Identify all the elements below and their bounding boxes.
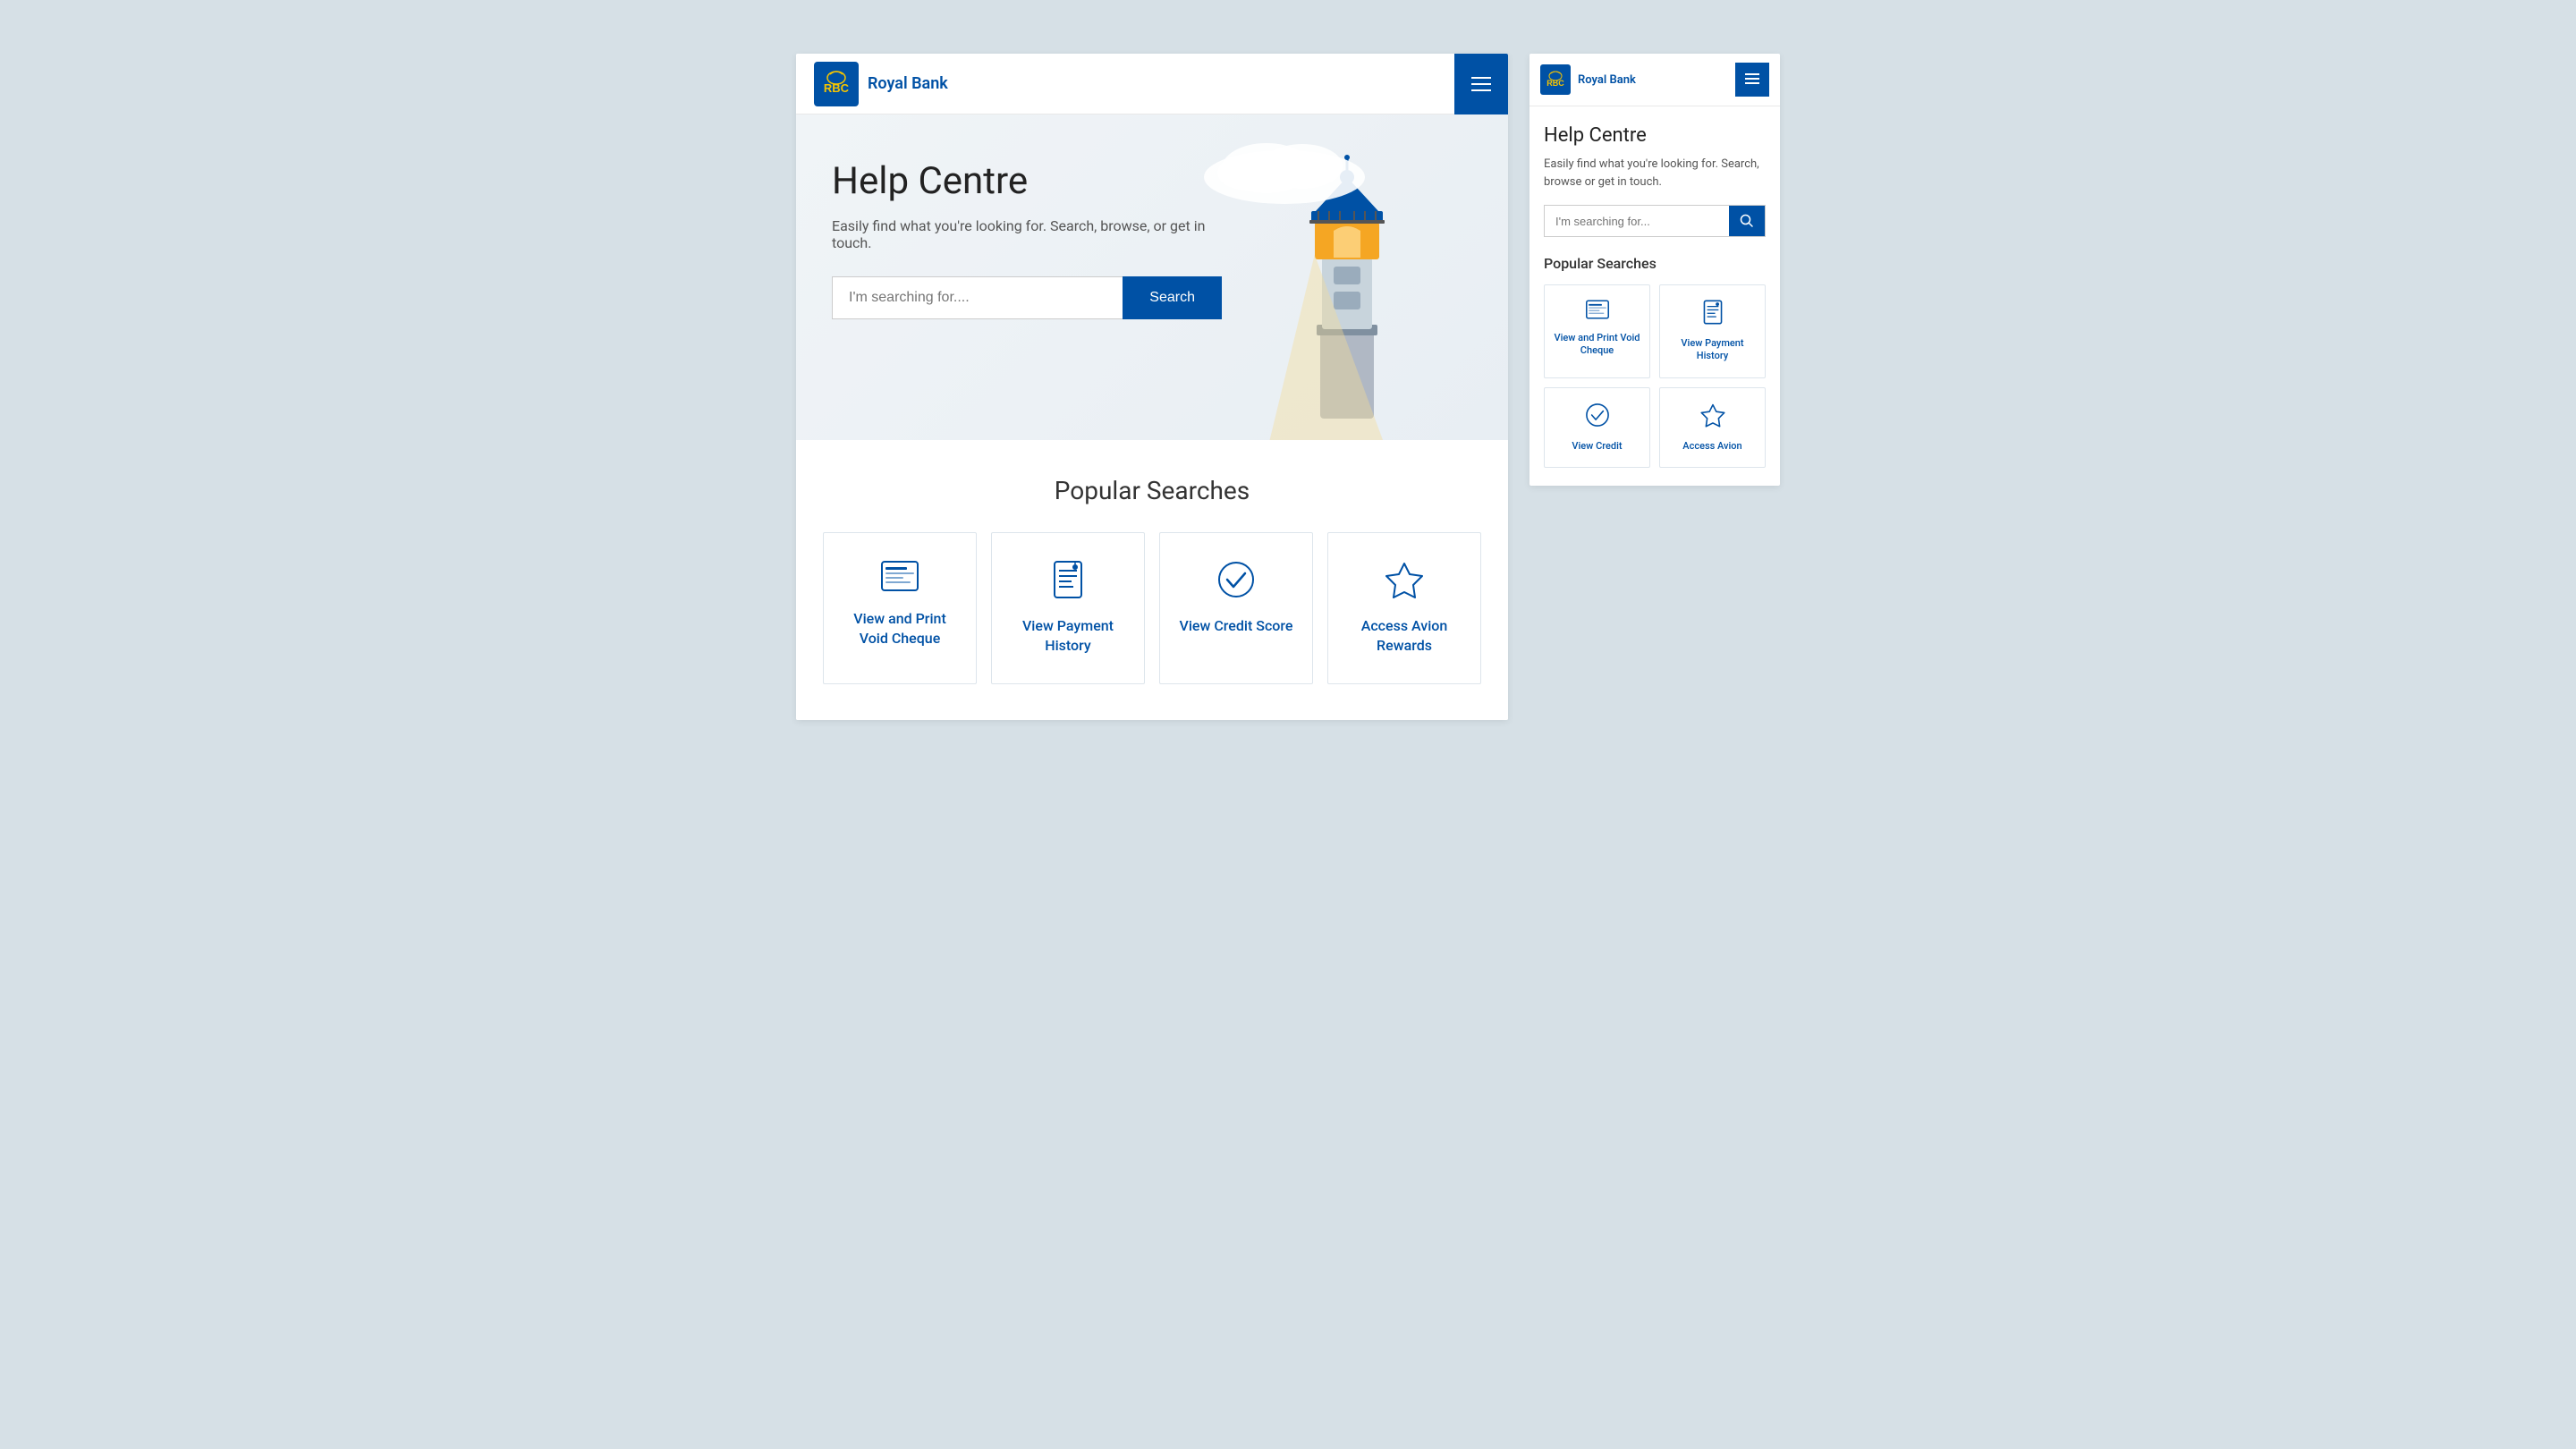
menu-button[interactable]: [1454, 54, 1508, 114]
side-cheque-icon: [1585, 300, 1610, 325]
side-payment-icon: [1702, 300, 1724, 330]
payment-icon: [1052, 560, 1084, 604]
hero-subtitle: Easily find what you're looking for. Sea…: [832, 217, 1222, 251]
side-card-access-avion[interactable]: Access Avion: [1659, 387, 1766, 468]
search-bar: Search: [832, 276, 1222, 319]
side-card-access-avion-label: Access Avion: [1682, 440, 1741, 453]
side-rbc-logo-icon: RBC: [1540, 64, 1571, 95]
popular-title: Popular Searches: [823, 476, 1481, 505]
card-credit-score-label: View Credit Score: [1180, 616, 1293, 636]
side-card-void-cheque-label: View and Print Void Cheque: [1554, 332, 1640, 358]
side-bank-name-label: Royal Bank: [1578, 73, 1636, 87]
card-avion-rewards[interactable]: Access Avion Rewards: [1327, 532, 1481, 684]
side-menu-button[interactable]: [1735, 63, 1769, 97]
cheque-icon: [880, 560, 919, 597]
side-popular-title: Popular Searches: [1544, 255, 1766, 272]
side-search-bar: [1544, 205, 1766, 237]
side-card-view-credit[interactable]: View Credit: [1544, 387, 1650, 468]
side-title: Help Centre: [1544, 124, 1766, 147]
card-void-cheque-label: View and Print Void Cheque: [842, 609, 958, 649]
side-logo-area: RBC Royal Bank: [1540, 64, 1636, 95]
avion-icon: [1385, 560, 1424, 604]
side-header: RBC Royal Bank: [1530, 54, 1780, 106]
main-card: RBC Royal Bank: [796, 54, 1508, 720]
side-card-view-credit-label: View Credit: [1572, 440, 1622, 453]
side-card-payment-history-label: View Payment History: [1669, 337, 1756, 363]
hero-background: [1195, 132, 1374, 208]
logo-area: RBC Royal Bank: [814, 62, 948, 106]
side-search-input[interactable]: [1545, 206, 1729, 236]
card-avion-rewards-label: Access Avion Rewards: [1346, 616, 1462, 657]
popular-cards-grid: View and Print Void Cheque: [823, 532, 1481, 684]
main-header: RBC Royal Bank: [796, 54, 1508, 114]
card-payment-history-label: View Payment History: [1010, 616, 1126, 657]
side-search-button[interactable]: [1729, 206, 1765, 236]
hero-title: Help Centre: [832, 159, 1222, 203]
search-button[interactable]: Search: [1123, 276, 1222, 319]
side-hamburger-icon: [1745, 73, 1759, 87]
card-credit-score[interactable]: View Credit Score: [1159, 532, 1313, 684]
side-subtitle: Easily find what you're looking for. Sea…: [1544, 156, 1766, 191]
credit-score-icon: [1216, 560, 1256, 604]
side-card-payment-history[interactable]: View Payment History: [1659, 284, 1766, 378]
search-input[interactable]: [832, 276, 1123, 319]
rbc-logo-icon: RBC: [814, 62, 859, 106]
side-avion-icon: [1700, 402, 1725, 433]
hero-content: Help Centre Easily find what you're look…: [832, 150, 1222, 319]
card-void-cheque[interactable]: View and Print Void Cheque: [823, 532, 977, 684]
side-popular-cards-grid: View and Print Void Cheque: [1544, 284, 1766, 468]
card-payment-history[interactable]: View Payment History: [991, 532, 1145, 684]
side-card-void-cheque[interactable]: View and Print Void Cheque: [1544, 284, 1650, 378]
page-wrapper: RBC Royal Bank: [796, 54, 1780, 720]
search-icon: [1740, 214, 1754, 228]
side-card: RBC Royal Bank Help Centre Easily find w…: [1530, 54, 1780, 486]
hamburger-icon: [1471, 77, 1491, 91]
hero-section: Help Centre Easily find what you're look…: [796, 114, 1508, 440]
side-credit-icon: [1585, 402, 1610, 433]
popular-section: Popular Searches View and Print Void Che…: [796, 440, 1508, 720]
side-body: Help Centre Easily find what you're look…: [1530, 106, 1780, 486]
bank-name-label: Royal Bank: [868, 74, 948, 93]
